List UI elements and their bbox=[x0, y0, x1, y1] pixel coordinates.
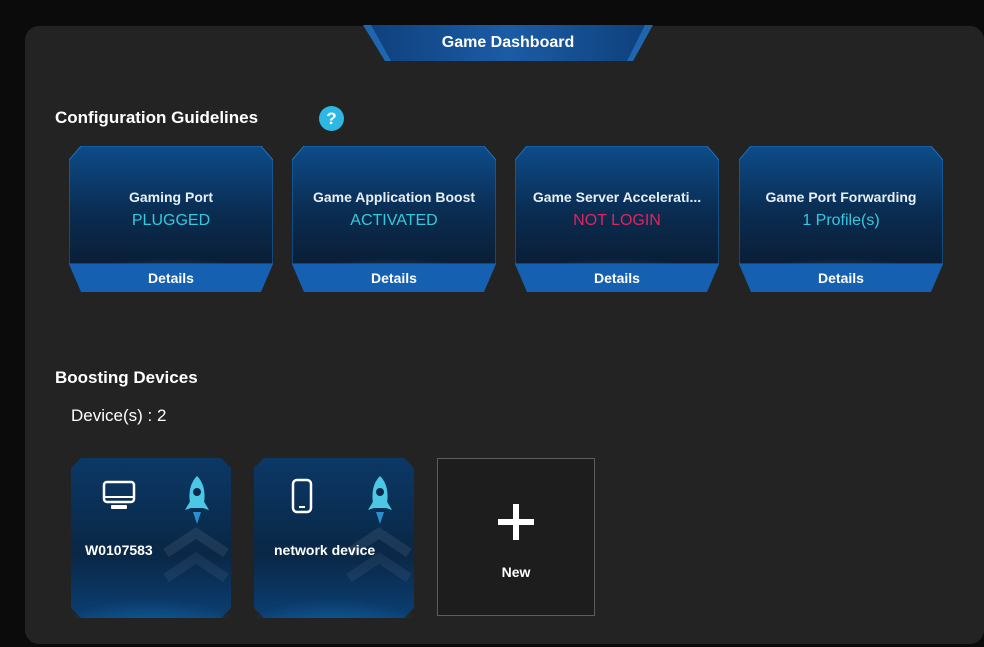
card-status: NOT LOGIN bbox=[573, 212, 661, 229]
details-button[interactable]: Details bbox=[69, 264, 273, 292]
rocket-icon bbox=[368, 476, 392, 524]
card-game-port-forwarding[interactable]: Game Port Forwarding 1 Profile(s) Detail… bbox=[739, 146, 943, 292]
add-device-button[interactable]: New bbox=[437, 458, 595, 616]
boosting-devices-heading: Boosting Devices bbox=[55, 368, 198, 387]
device-name: network device bbox=[274, 542, 376, 558]
rocket-icon bbox=[185, 476, 209, 524]
device-card[interactable]: W0107583 bbox=[71, 458, 231, 618]
card-game-server-acceleration[interactable]: Game Server Accelerati... NOT LOGIN Deta… bbox=[515, 146, 719, 292]
card-status: 1 Profile(s) bbox=[802, 212, 880, 229]
card-status: PLUGGED bbox=[131, 212, 211, 229]
card-title: Game Port Forwarding bbox=[765, 189, 917, 205]
dashboard-title-tab: Game Dashboard bbox=[363, 25, 653, 61]
card-game-application-boost[interactable]: Game Application Boost ACTIVATED Details bbox=[292, 146, 496, 292]
plus-icon bbox=[498, 504, 534, 540]
page-title: Game Dashboard bbox=[441, 34, 575, 51]
card-gaming-port[interactable]: Gaming Port PLUGGED Details bbox=[69, 146, 273, 292]
details-button[interactable]: Details bbox=[739, 264, 943, 292]
add-device-label: New bbox=[501, 564, 531, 580]
card-title: Gaming Port bbox=[128, 189, 213, 205]
phone-icon bbox=[291, 478, 313, 514]
device-card[interactable]: network device bbox=[254, 458, 414, 618]
configuration-guidelines-heading: Configuration Guidelines bbox=[55, 108, 259, 127]
question-icon[interactable]: ? bbox=[319, 106, 344, 131]
card-status: ACTIVATED bbox=[350, 212, 438, 229]
device-name: W0107583 bbox=[85, 542, 153, 558]
monitor-icon bbox=[102, 480, 136, 509]
device-count: Device(s) : 2 bbox=[71, 406, 167, 425]
card-title: Game Server Accelerati... bbox=[532, 189, 702, 205]
details-button[interactable]: Details bbox=[292, 264, 496, 292]
card-title: Game Application Boost bbox=[312, 189, 476, 205]
details-button[interactable]: Details bbox=[515, 264, 719, 292]
